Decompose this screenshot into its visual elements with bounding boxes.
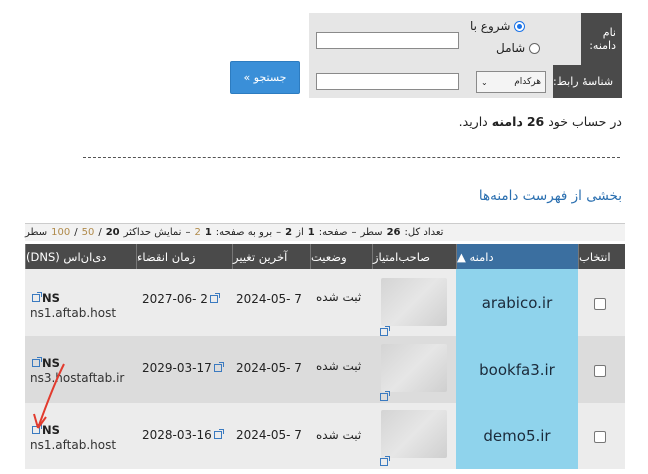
radio-contains[interactable]: شامل <box>496 41 541 55</box>
col-header-last-change: آخرین تغییر <box>232 244 310 269</box>
pager-slash-2: / <box>74 227 78 238</box>
section-title: بخشی از فهرست دامنه‌ها <box>478 188 622 204</box>
external-link-icon[interactable] <box>380 326 390 336</box>
ns-host: ns1.aftab.host <box>30 438 117 452</box>
status-text: ثبت شده <box>316 290 362 304</box>
external-link-icon[interactable] <box>380 391 390 401</box>
pager-show-max-label: نمایش حداکثر <box>123 227 182 238</box>
pager-page-two-link[interactable]: 2 <box>194 227 200 238</box>
external-link-icon[interactable] <box>380 456 390 466</box>
domain-cell[interactable]: bookfa3.ir <box>456 336 578 403</box>
contact-type-select[interactable]: هرکدام ⌄ <box>476 71 546 93</box>
radio-contains-label: شامل <box>496 41 526 55</box>
col-header-expiry: زمان انقضاء <box>136 244 232 269</box>
pager-page-label: صفحه: <box>318 227 348 238</box>
annotation-arrow-icon <box>33 363 65 429</box>
domain-name-label: نام دامنه: <box>581 13 622 65</box>
chevron-down-icon: ⌄ <box>481 77 488 87</box>
domain-cell[interactable]: demo5.ir <box>456 403 578 469</box>
last-change-text: 2024-05- 7 <box>236 292 302 306</box>
col-header-domain[interactable]: دامنه ▲ <box>456 244 578 269</box>
external-link-icon[interactable] <box>209 293 220 303</box>
pager-total-label: تعداد کل: <box>404 227 444 238</box>
col-header-dns: دی‌ان‌اس (DNS) <box>25 244 136 269</box>
pager-of: از <box>296 227 304 238</box>
domain-name-input[interactable] <box>316 32 459 49</box>
radio-starts-with-label: شروع با <box>470 19 511 33</box>
pager-dash: – <box>351 227 357 238</box>
ns-host: ns1.aftab.host <box>30 306 117 320</box>
pager-rows-word-2: سطر <box>25 227 48 238</box>
pager-rows-word: سطر <box>360 227 383 238</box>
pager-page-total: 2 <box>285 227 293 238</box>
pager-dash-2: – <box>276 227 282 238</box>
search-button[interactable]: جستجو » <box>230 61 300 94</box>
status-text: ثبت شده <box>316 428 362 442</box>
domain-cell[interactable]: arabico.ir <box>456 269 578 336</box>
radio-starts-with[interactable]: شروع با <box>470 19 526 33</box>
contact-type-select-value: هرکدام <box>514 77 541 87</box>
owner-avatar-blurred <box>381 278 447 326</box>
dns-cell: NS ns1.aftab.host <box>30 287 130 320</box>
contact-id-label: شناسهٔ رابط: <box>553 65 622 98</box>
radio-starts-with-control[interactable] <box>514 20 526 32</box>
col-header-status: وضعیت <box>310 244 372 269</box>
radio-contains-control[interactable] <box>529 42 541 54</box>
domain-count-info: در حساب خود 26 دامنه دارید. <box>458 114 622 129</box>
col-header-select: انتخاب <box>578 244 625 269</box>
expiry-text: 2029-03-17 <box>142 361 224 375</box>
status-text: ثبت شده <box>316 359 362 373</box>
pager-bar: تعداد کل: 26 سطر – صفحه: 1 از 2 – برو به… <box>25 223 625 241</box>
pager-dash-3: – <box>185 227 191 238</box>
pager-opt-50[interactable]: 50 <box>82 227 95 238</box>
ns-label: NS <box>42 291 60 305</box>
row-select-checkbox[interactable] <box>594 298 606 310</box>
external-link-icon[interactable] <box>32 291 42 302</box>
last-change-text: 2024-05- 7 <box>236 428 302 442</box>
external-link-icon[interactable] <box>213 429 224 439</box>
expiry-text: 2027-06- 2 <box>142 292 220 306</box>
row-select-checkbox[interactable] <box>594 365 606 377</box>
owner-avatar-blurred <box>381 344 447 392</box>
pager-total: 26 <box>386 227 401 238</box>
external-link-icon[interactable] <box>213 362 224 372</box>
col-header-owner: صاحب‌امتیاز <box>372 244 456 269</box>
divider <box>83 157 620 158</box>
expiry-text: 2028-03-16 <box>142 428 224 442</box>
contact-id-input[interactable] <box>316 73 459 90</box>
row-select-checkbox[interactable] <box>594 431 606 443</box>
pager-opt-100[interactable]: 100 <box>51 227 70 238</box>
pager-page-one: 1 <box>204 227 212 238</box>
pager-slash: / <box>98 227 102 238</box>
pager-opt-20: 20 <box>105 227 120 238</box>
last-change-text: 2024-05- 7 <box>236 361 302 375</box>
owner-avatar-blurred <box>381 410 447 458</box>
pager-page-current: 1 <box>307 227 315 238</box>
pager-goto-label: برو به صفحه: <box>215 227 273 238</box>
